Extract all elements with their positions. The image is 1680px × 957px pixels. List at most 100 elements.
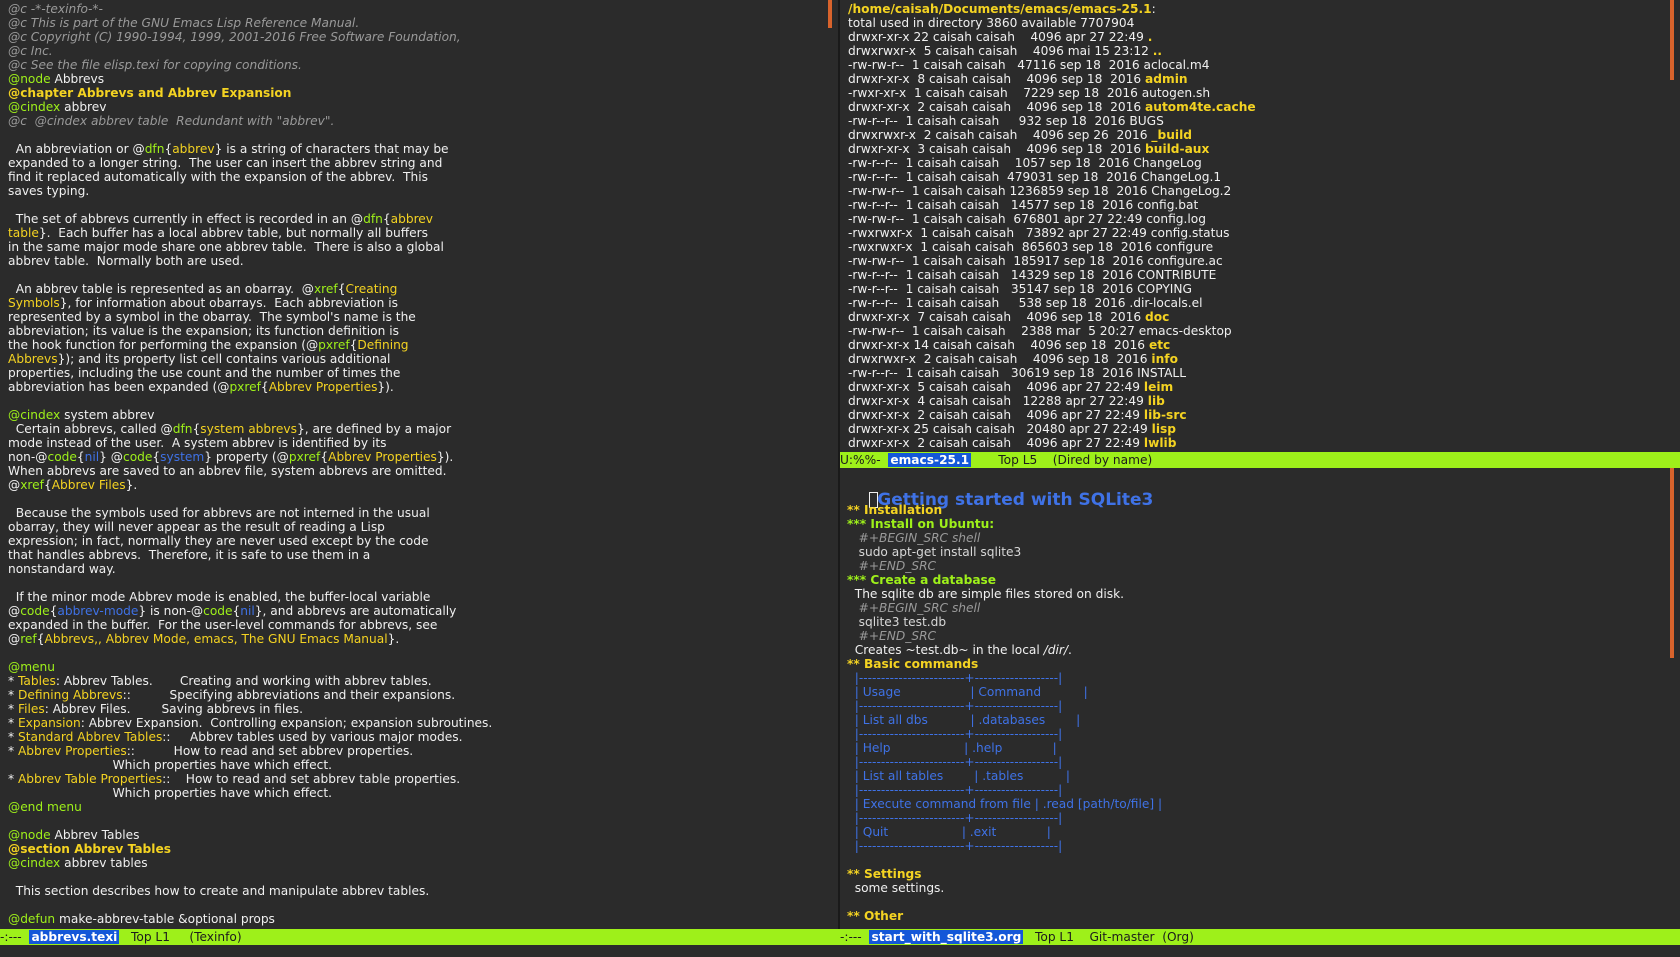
- texinfo-line[interactable]: @ref{Abbrevs,, Abbrev Mode, emacs, The G…: [8, 632, 826, 646]
- org-buffer-text[interactable]: ** Installation *** Install on Ubuntu: #+…: [847, 489, 1668, 923]
- texinfo-line[interactable]: expanded to a longer string. The user ca…: [8, 156, 826, 170]
- dired-entry[interactable]: drwxr-xr-x 4 caisah caisah 12288 apr 27 …: [848, 394, 1668, 408]
- texinfo-line[interactable]: @xref{Abbrev Files}.: [8, 478, 826, 492]
- texinfo-line[interactable]: represented by a symbol in the obarray. …: [8, 310, 826, 324]
- dired-entry[interactable]: -rw-r--r-- 1 caisah caisah 479031 sep 18…: [848, 170, 1668, 184]
- texinfo-line[interactable]: properties, including the use count and …: [8, 366, 826, 380]
- texinfo-line[interactable]: abbreviation has been expanded (@pxref{A…: [8, 380, 826, 394]
- dired-entry[interactable]: drwxr-xr-x 2 caisah caisah 4096 apr 27 2…: [848, 436, 1668, 450]
- org-line[interactable]: |------------------------+--------------…: [847, 755, 1668, 769]
- dired-entry[interactable]: -rwxrwxr-x 1 caisah caisah 73892 apr 27 …: [848, 226, 1668, 240]
- dired-entry[interactable]: drwxr-xr-x 8 caisah caisah 4096 sep 18 2…: [848, 72, 1668, 86]
- org-line[interactable]: The sqlite db are simple files stored on…: [847, 587, 1668, 601]
- texinfo-line[interactable]: [8, 394, 826, 408]
- texinfo-line[interactable]: @cindex system abbrev: [8, 408, 826, 422]
- org-line[interactable]: | List all dbs | .databases |: [847, 713, 1668, 727]
- dired-entry[interactable]: -rw-r--r-- 1 caisah caisah 538 sep 18 20…: [848, 296, 1668, 310]
- texinfo-line[interactable]: @c Inc.: [8, 44, 826, 58]
- org-line[interactable]: #+BEGIN_SRC shell: [847, 601, 1668, 615]
- org-line[interactable]: |------------------------+--------------…: [847, 699, 1668, 713]
- dired-entry[interactable]: -rw-r--r-- 1 caisah caisah 14577 sep 18 …: [848, 198, 1668, 212]
- texinfo-line[interactable]: Because the symbols used for abbrevs are…: [8, 506, 826, 520]
- texinfo-line[interactable]: the hook function for performing the exp…: [8, 338, 826, 352]
- dired-entry[interactable]: -rw-rw-r-- 1 caisah caisah 676801 apr 27…: [848, 212, 1668, 226]
- texinfo-line[interactable]: * Defining Abbrevs:: Specifying abbrevia…: [8, 688, 826, 702]
- org-line[interactable]: |------------------------+--------------…: [847, 811, 1668, 825]
- dired-entry[interactable]: -rw-r--r-- 1 caisah caisah 30619 sep 18 …: [848, 366, 1668, 380]
- org-line[interactable]: Creates ~test.db~ in the local /dir/.: [847, 643, 1668, 657]
- dired-scrollbar-thumb[interactable]: [1670, 0, 1674, 80]
- dired-entry[interactable]: total used in directory 3860 available 7…: [848, 16, 1668, 30]
- texinfo-line[interactable]: in the same major mode share one abbrev …: [8, 240, 826, 254]
- org-line[interactable]: | Help | .help |: [847, 741, 1668, 755]
- dired-entry[interactable]: -rw-r--r-- 1 caisah caisah 35147 sep 18 …: [848, 282, 1668, 296]
- org-line[interactable]: | Quit | .exit |: [847, 825, 1668, 839]
- modeline-buffer-name[interactable]: abbrevs.texi: [29, 930, 120, 944]
- texinfo-line[interactable]: @chapter Abbrevs and Abbrev Expansion: [8, 86, 826, 100]
- texinfo-line[interactable]: When abbrevs are saved to an abbrev file…: [8, 464, 826, 478]
- org-line[interactable]: sudo apt-get install sqlite3: [847, 545, 1668, 559]
- texinfo-line[interactable]: Which properties have which effect.: [8, 758, 826, 772]
- texinfo-line[interactable]: expression; in fact, normally they are n…: [8, 534, 826, 548]
- dired-entry[interactable]: -rwxrwxr-x 1 caisah caisah 865603 sep 18…: [848, 240, 1668, 254]
- texinfo-line[interactable]: The set of abbrevs currently in effect i…: [8, 212, 826, 226]
- texinfo-line[interactable]: table}. Each buffer has a local abbrev t…: [8, 226, 826, 240]
- org-line[interactable]: #+BEGIN_SRC shell: [847, 531, 1668, 545]
- texinfo-line[interactable]: * Standard Abbrev Tables:: Abbrev tables…: [8, 730, 826, 744]
- texinfo-line[interactable]: An abbreviation or @dfn{abbrev} is a str…: [8, 142, 826, 156]
- texinfo-line[interactable]: expanded in the buffer. For the user-lev…: [8, 618, 826, 632]
- dired-entry[interactable]: drwxr-xr-x 22 caisah caisah 4096 apr 27 …: [848, 30, 1668, 44]
- texinfo-line[interactable]: obarray, they will never appear as the r…: [8, 520, 826, 534]
- texinfo-line[interactable]: Symbols}, for information about obarrays…: [8, 296, 826, 310]
- dired-entry[interactable]: drwxr-xr-x 2 caisah caisah 4096 sep 18 2…: [848, 100, 1668, 114]
- org-line[interactable]: #+END_SRC: [847, 629, 1668, 643]
- dired-entry[interactable]: drwxrwxr-x 2 caisah caisah 4096 sep 18 2…: [848, 352, 1668, 366]
- texinfo-line[interactable]: non-@code{nil} @code{system} property (@…: [8, 450, 826, 464]
- texinfo-line[interactable]: @c This is part of the GNU Emacs Lisp Re…: [8, 16, 826, 30]
- dired-mode-line[interactable]: U:%%- emacs-25.1 Top L5 (Dired by name): [840, 452, 1680, 468]
- dired-entry[interactable]: -rw-rw-r-- 1 caisah caisah 185917 sep 18…: [848, 254, 1668, 268]
- org-line[interactable]: *** Create a database: [847, 573, 1668, 587]
- texinfo-line[interactable]: [8, 268, 826, 282]
- texinfo-line[interactable]: @cindex abbrev tables: [8, 856, 826, 870]
- org-line[interactable]: sqlite3 test.db: [847, 615, 1668, 629]
- texinfo-line[interactable]: * Tables: Abbrev Tables. Creating and wo…: [8, 674, 826, 688]
- org-line[interactable]: ** Other: [847, 909, 1668, 923]
- texinfo-line[interactable]: [8, 492, 826, 506]
- org-line[interactable]: #+END_SRC: [847, 559, 1668, 573]
- org-title-line[interactable]: Getting started with SQLite3: [847, 468, 1668, 510]
- org-line[interactable]: *** Install on Ubuntu:: [847, 517, 1668, 531]
- dired-entry[interactable]: -rw-rw-r-- 1 caisah caisah 1236859 sep 1…: [848, 184, 1668, 198]
- left-scrollbar-thumb[interactable]: [828, 0, 832, 28]
- texinfo-line[interactable]: @section Abbrev Tables: [8, 842, 826, 856]
- texinfo-line[interactable]: @node Abbrevs: [8, 72, 826, 86]
- org-line[interactable]: | Execute command from file | .read [pat…: [847, 797, 1668, 811]
- org-mode-line[interactable]: -:--- start_with_sqlite3.org Top L1 Git-…: [840, 929, 1680, 945]
- dired-entry[interactable]: drwxr-xr-x 7 caisah caisah 4096 sep 18 2…: [848, 310, 1668, 324]
- texinfo-line[interactable]: Which properties have which effect.: [8, 786, 826, 800]
- dired-pane[interactable]: /home/caisah/Documents/emacs/emacs-25.1:…: [840, 0, 1680, 452]
- texinfo-line[interactable]: abbreviation; its value is the expansion…: [8, 324, 826, 338]
- texinfo-line[interactable]: [8, 198, 826, 212]
- texinfo-line[interactable]: @c @cindex abbrev table Redundant with "…: [8, 114, 826, 128]
- texinfo-line[interactable]: If the minor mode Abbrev mode is enabled…: [8, 590, 826, 604]
- dired-entry[interactable]: -rwxr-xr-x 1 caisah caisah 7229 sep 18 2…: [848, 86, 1668, 100]
- dired-entry[interactable]: drwxr-xr-x 14 caisah caisah 4096 sep 18 …: [848, 338, 1668, 352]
- dired-entry[interactable]: -rw-r--r-- 1 caisah caisah 1057 sep 18 2…: [848, 156, 1668, 170]
- dired-scrollbar[interactable]: [1670, 0, 1674, 452]
- texinfo-line[interactable]: @c See the file elisp.texi for copying c…: [8, 58, 826, 72]
- texinfo-line[interactable]: [8, 814, 826, 828]
- texinfo-line[interactable]: that handles abbrevs. Therefore, it is s…: [8, 548, 826, 562]
- texinfo-line[interactable]: abbrev table. Normally both are used.: [8, 254, 826, 268]
- dired-listing[interactable]: /home/caisah/Documents/emacs/emacs-25.1:…: [848, 2, 1668, 450]
- texinfo-line[interactable]: * Expansion: Abbrev Expansion. Controlli…: [8, 716, 826, 730]
- texinfo-line[interactable]: @menu: [8, 660, 826, 674]
- texinfo-line[interactable]: [8, 576, 826, 590]
- texinfo-line[interactable]: * Files: Abbrev Files. Saving abbrevs in…: [8, 702, 826, 716]
- texinfo-line[interactable]: [8, 870, 826, 884]
- dired-entry[interactable]: drwxr-xr-x 25 caisah caisah 20480 apr 27…: [848, 422, 1668, 436]
- texinfo-editor-pane[interactable]: @c -*-texinfo-*- @c This is part of the G…: [0, 0, 838, 928]
- texinfo-line[interactable]: [8, 128, 826, 142]
- texinfo-line[interactable]: mode instead of the user. A system abbre…: [8, 436, 826, 450]
- texinfo-line[interactable]: nonstandard way.: [8, 562, 826, 576]
